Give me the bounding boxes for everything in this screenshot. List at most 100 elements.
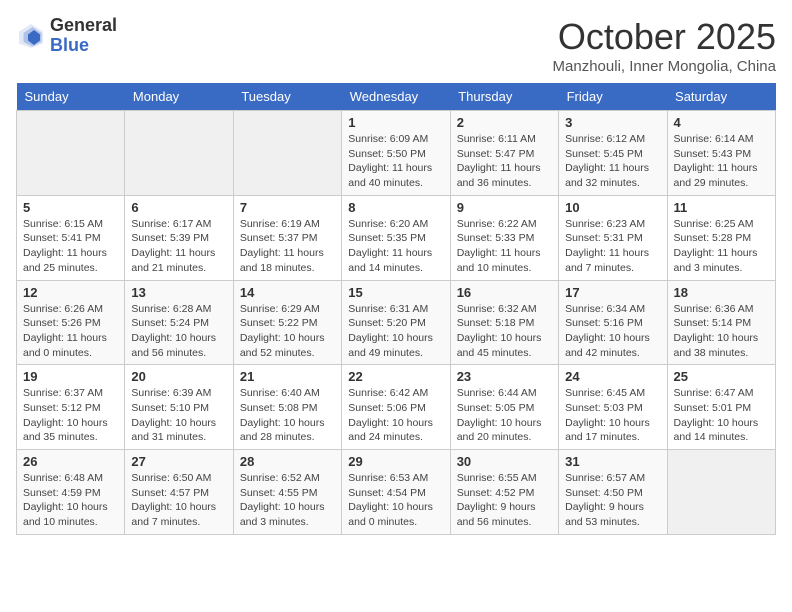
day-number: 8 xyxy=(348,200,443,215)
calendar-cell xyxy=(667,450,775,535)
day-info: Sunrise: 6:25 AM Sunset: 5:28 PM Dayligh… xyxy=(674,217,769,276)
calendar-cell: 24 Sunrise: 6:45 AM Sunset: 5:03 PM Dayli… xyxy=(559,365,667,450)
calendar-cell: 4Sunrise: 6:14 AM Sunset: 5:43 PM Daylig… xyxy=(667,111,775,196)
day-info: Sunrise: 6:39 AM Sunset: 5:10 PM Dayligh… xyxy=(131,386,226,445)
day-info: Sunrise: 6:20 AM Sunset: 5:35 PM Dayligh… xyxy=(348,217,443,276)
day-info: Sunrise: 6:11 AM Sunset: 5:47 PM Dayligh… xyxy=(457,132,552,191)
calendar-week-row: 12Sunrise: 6:26 AM Sunset: 5:26 PM Dayli… xyxy=(17,280,776,365)
day-number: 20 xyxy=(131,369,226,384)
weekday-header: Sunday xyxy=(17,83,125,111)
day-number: 29 xyxy=(348,454,443,469)
calendar-cell: 23Sunrise: 6:44 AM Sunset: 5:05 PM Dayli… xyxy=(450,365,558,450)
calendar-week-row: 26 Sunrise: 6:48 AM Sunset: 4:59 PM Dayli… xyxy=(17,450,776,535)
day-number: 18 xyxy=(674,285,769,300)
day-number: 5 xyxy=(23,200,118,215)
day-number: 7 xyxy=(240,200,335,215)
calendar-cell: 18Sunrise: 6:36 AM Sunset: 5:14 PM Dayli… xyxy=(667,280,775,365)
day-info: Sunrise: 6:45 AM Sunset: 5:03 PM Dayligh… xyxy=(565,386,660,445)
weekday-header: Saturday xyxy=(667,83,775,111)
day-info: Sunrise: 6:29 AM Sunset: 5:22 PM Dayligh… xyxy=(240,302,335,361)
calendar-cell: 2 Sunrise: 6:11 AM Sunset: 5:47 PM Daylig… xyxy=(450,111,558,196)
day-info: Sunrise: 6:26 AM Sunset: 5:26 PM Dayligh… xyxy=(23,302,118,361)
day-info: Sunrise: 6:57 AM Sunset: 4:50 PM Dayligh… xyxy=(565,471,660,530)
title-block: October 2025 Manzhouli, Inner Mongolia, … xyxy=(553,16,776,75)
calendar-table: SundayMondayTuesdayWednesdayThursdayFrid… xyxy=(16,83,776,535)
calendar-cell: 20 Sunrise: 6:39 AM Sunset: 5:10 PM Dayli… xyxy=(125,365,233,450)
weekday-header: Friday xyxy=(559,83,667,111)
day-info: Sunrise: 6:53 AM Sunset: 4:54 PM Dayligh… xyxy=(348,471,443,530)
calendar-cell: 10 Sunrise: 6:23 AM Sunset: 5:31 PM Dayli… xyxy=(559,195,667,280)
weekday-header-row: SundayMondayTuesdayWednesdayThursdayFrid… xyxy=(17,83,776,111)
location-subtitle: Manzhouli, Inner Mongolia, China xyxy=(553,58,776,75)
weekday-header: Monday xyxy=(125,83,233,111)
day-number: 14 xyxy=(240,285,335,300)
calendar-cell: 21 Sunrise: 6:40 AM Sunset: 5:08 PM Dayli… xyxy=(233,365,341,450)
logo-general: General xyxy=(50,16,117,36)
day-number: 3 xyxy=(565,115,660,130)
calendar-week-row: 1Sunrise: 6:09 AM Sunset: 5:50 PM Daylig… xyxy=(17,111,776,196)
logo-blue: Blue xyxy=(50,36,117,56)
calendar-cell: 16Sunrise: 6:32 AM Sunset: 5:18 PM Dayli… xyxy=(450,280,558,365)
day-info: Sunrise: 6:50 AM Sunset: 4:57 PM Dayligh… xyxy=(131,471,226,530)
logo-icon xyxy=(16,21,46,51)
day-number: 13 xyxy=(131,285,226,300)
calendar-cell: 6 Sunrise: 6:17 AM Sunset: 5:39 PM Daylig… xyxy=(125,195,233,280)
day-info: Sunrise: 6:32 AM Sunset: 5:18 PM Dayligh… xyxy=(457,302,552,361)
day-info: Sunrise: 6:37 AM Sunset: 5:12 PM Dayligh… xyxy=(23,386,118,445)
calendar-cell: 7 Sunrise: 6:19 AM Sunset: 5:37 PM Daylig… xyxy=(233,195,341,280)
calendar-cell: 12Sunrise: 6:26 AM Sunset: 5:26 PM Dayli… xyxy=(17,280,125,365)
calendar-cell: 28Sunrise: 6:52 AM Sunset: 4:55 PM Dayli… xyxy=(233,450,341,535)
calendar-cell xyxy=(125,111,233,196)
calendar-cell: 22 Sunrise: 6:42 AM Sunset: 5:06 PM Dayli… xyxy=(342,365,450,450)
day-number: 15 xyxy=(348,285,443,300)
calendar-cell: 5Sunrise: 6:15 AM Sunset: 5:41 PM Daylig… xyxy=(17,195,125,280)
day-number: 23 xyxy=(457,369,552,384)
day-info: Sunrise: 6:55 AM Sunset: 4:52 PM Dayligh… xyxy=(457,471,552,530)
calendar-week-row: 5Sunrise: 6:15 AM Sunset: 5:41 PM Daylig… xyxy=(17,195,776,280)
day-info: Sunrise: 6:48 AM Sunset: 4:59 PM Dayligh… xyxy=(23,471,118,530)
calendar-cell: 31 Sunrise: 6:57 AM Sunset: 4:50 PM Dayli… xyxy=(559,450,667,535)
day-info: Sunrise: 6:19 AM Sunset: 5:37 PM Dayligh… xyxy=(240,217,335,276)
day-info: Sunrise: 6:40 AM Sunset: 5:08 PM Dayligh… xyxy=(240,386,335,445)
day-number: 22 xyxy=(348,369,443,384)
day-info: Sunrise: 6:17 AM Sunset: 5:39 PM Dayligh… xyxy=(131,217,226,276)
day-number: 30 xyxy=(457,454,552,469)
day-info: Sunrise: 6:42 AM Sunset: 5:06 PM Dayligh… xyxy=(348,386,443,445)
calendar-cell: 29 Sunrise: 6:53 AM Sunset: 4:54 PM Dayli… xyxy=(342,450,450,535)
weekday-header: Wednesday xyxy=(342,83,450,111)
day-info: Sunrise: 6:52 AM Sunset: 4:55 PM Dayligh… xyxy=(240,471,335,530)
page-header: General Blue October 2025 Manzhouli, Inn… xyxy=(16,16,776,75)
calendar-cell: 14 Sunrise: 6:29 AM Sunset: 5:22 PM Dayli… xyxy=(233,280,341,365)
calendar-cell: 15 Sunrise: 6:31 AM Sunset: 5:20 PM Dayli… xyxy=(342,280,450,365)
calendar-week-row: 19Sunrise: 6:37 AM Sunset: 5:12 PM Dayli… xyxy=(17,365,776,450)
calendar-cell: 1Sunrise: 6:09 AM Sunset: 5:50 PM Daylig… xyxy=(342,111,450,196)
calendar-cell: 27 Sunrise: 6:50 AM Sunset: 4:57 PM Dayli… xyxy=(125,450,233,535)
day-number: 24 xyxy=(565,369,660,384)
day-number: 6 xyxy=(131,200,226,215)
day-info: Sunrise: 6:34 AM Sunset: 5:16 PM Dayligh… xyxy=(565,302,660,361)
calendar-cell: 13Sunrise: 6:28 AM Sunset: 5:24 PM Dayli… xyxy=(125,280,233,365)
logo: General Blue xyxy=(16,16,117,56)
day-info: Sunrise: 6:22 AM Sunset: 5:33 PM Dayligh… xyxy=(457,217,552,276)
calendar-cell: 30 Sunrise: 6:55 AM Sunset: 4:52 PM Dayli… xyxy=(450,450,558,535)
weekday-header: Thursday xyxy=(450,83,558,111)
day-info: Sunrise: 6:31 AM Sunset: 5:20 PM Dayligh… xyxy=(348,302,443,361)
day-number: 17 xyxy=(565,285,660,300)
day-info: Sunrise: 6:23 AM Sunset: 5:31 PM Dayligh… xyxy=(565,217,660,276)
logo-text: General Blue xyxy=(50,16,117,56)
day-info: Sunrise: 6:12 AM Sunset: 5:45 PM Dayligh… xyxy=(565,132,660,191)
calendar-cell: 8 Sunrise: 6:20 AM Sunset: 5:35 PM Daylig… xyxy=(342,195,450,280)
day-number: 10 xyxy=(565,200,660,215)
day-number: 26 xyxy=(23,454,118,469)
day-number: 25 xyxy=(674,369,769,384)
day-number: 31 xyxy=(565,454,660,469)
day-number: 2 xyxy=(457,115,552,130)
day-number: 27 xyxy=(131,454,226,469)
calendar-cell xyxy=(17,111,125,196)
calendar-cell: 11Sunrise: 6:25 AM Sunset: 5:28 PM Dayli… xyxy=(667,195,775,280)
calendar-cell: 3 Sunrise: 6:12 AM Sunset: 5:45 PM Daylig… xyxy=(559,111,667,196)
calendar-cell: 26 Sunrise: 6:48 AM Sunset: 4:59 PM Dayli… xyxy=(17,450,125,535)
day-number: 1 xyxy=(348,115,443,130)
day-number: 21 xyxy=(240,369,335,384)
calendar-cell xyxy=(233,111,341,196)
